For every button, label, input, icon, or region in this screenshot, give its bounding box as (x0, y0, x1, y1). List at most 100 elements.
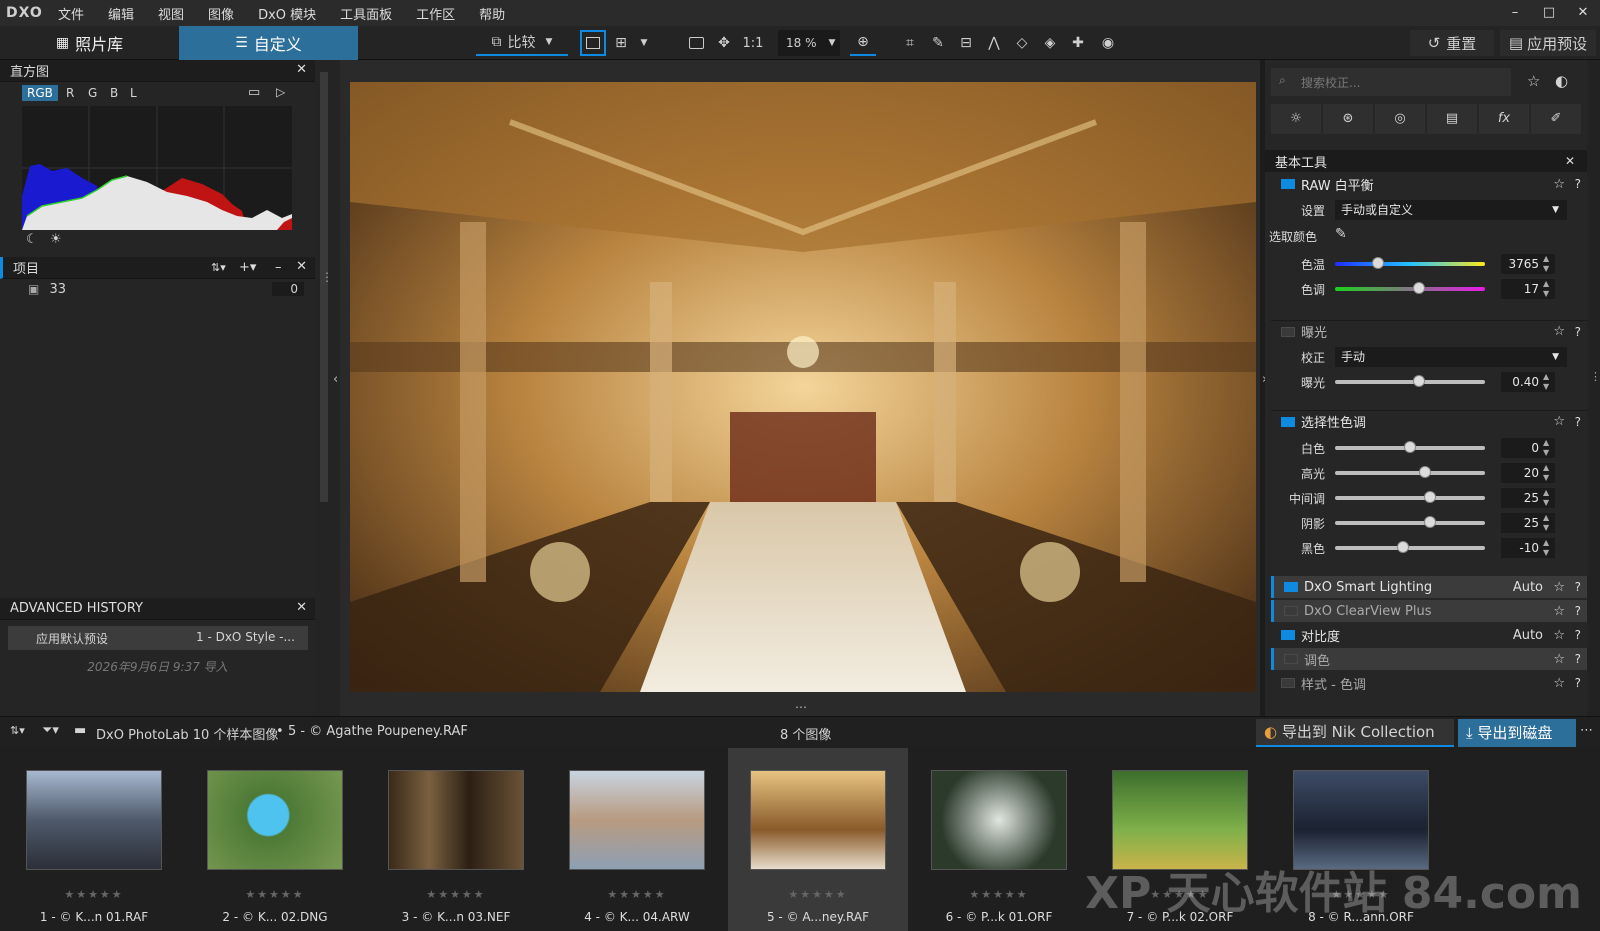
more-icon[interactable]: ⋯ (1580, 723, 1593, 738)
single-view-button[interactable] (580, 30, 606, 56)
eyedropper-icon[interactable]: ✎ (1335, 226, 1347, 242)
maximize-button[interactable]: □ (1532, 0, 1566, 26)
style-tone-toggle[interactable] (1281, 678, 1295, 688)
tab-customize[interactable]: ☰ 自定义 (179, 26, 358, 60)
help-icon[interactable]: ? (1575, 652, 1581, 666)
star-icon[interactable]: ☆ (1553, 676, 1565, 691)
tone-slider-4[interactable]: 黑色 -10 ▲ ▼ (1271, 536, 1587, 560)
tab-detail[interactable]: ◎ (1375, 104, 1425, 134)
tone-slider-2[interactable]: 中间调 25 ▲ ▼ (1271, 486, 1587, 510)
add-project-icon[interactable]: +▾ (239, 260, 256, 275)
eyedropper-tool-button[interactable]: ✎ (926, 30, 950, 56)
toning-toggle[interactable] (1284, 654, 1298, 664)
rating-stars[interactable]: ★★★★★ (4, 888, 184, 901)
left-panel-splitter[interactable]: ⋮ (315, 60, 340, 716)
thumbnail[interactable]: ★★★★★ 1 - © K...n 01.RAF (4, 748, 184, 931)
menu-file[interactable]: 文件 (46, 4, 96, 23)
split-view-button[interactable]: ⊞ (608, 30, 634, 56)
raw-wb-header[interactable]: RAW 白平衡 ☆ ? (1271, 173, 1587, 195)
temperature-knob[interactable] (1372, 257, 1384, 269)
toning-header[interactable]: 调色 ☆ ? (1271, 648, 1587, 670)
breadcrumb-root[interactable]: DxO PhotoLab 10 个样本图像 (96, 724, 278, 743)
tone-slider-track[interactable] (1335, 521, 1485, 525)
tab-photo-library[interactable]: ▦ 照片库 (0, 26, 179, 60)
menu-help[interactable]: 帮助 (467, 4, 517, 23)
thumbnail[interactable]: ★★★★★ 4 - © K... 04.ARW (547, 748, 727, 931)
gamut-icon[interactable]: ▷ (276, 85, 285, 99)
tone-slider-knob[interactable] (1423, 516, 1436, 528)
menu-tool-panels[interactable]: 工具面板 (328, 4, 404, 23)
exposure-slider[interactable]: 曝光 0.40 ▲ ▼ (1271, 370, 1587, 394)
smart-lighting-header[interactable]: DxO Smart Lighting Auto ☆ ? (1271, 576, 1587, 598)
rating-stars[interactable]: ★★★★★ (547, 888, 727, 901)
monitor-icon[interactable]: ▭ (248, 85, 260, 100)
zoom-in-button[interactable]: ⊕ (850, 30, 876, 56)
star-icon[interactable]: ☆ (1553, 414, 1565, 429)
tone-slider-3[interactable]: 阴影 25 ▲ ▼ (1271, 511, 1587, 535)
sun-icon[interactable]: ☀ (50, 232, 62, 247)
project-item[interactable]: ▣ 33 0 (28, 282, 308, 304)
sort-icon[interactable]: ⇅▾ (211, 261, 226, 274)
spinner-icon[interactable]: ▲ ▼ (1543, 372, 1549, 392)
preview-toggle-button[interactable]: ◉ (1096, 30, 1120, 56)
exposure-mode-dropdown[interactable]: 手动 ▼ (1335, 347, 1567, 367)
help-icon[interactable]: ? (1575, 415, 1581, 429)
channel-b[interactable]: B (110, 86, 118, 100)
tone-slider-knob[interactable] (1404, 441, 1416, 453)
menu-dxo-modules[interactable]: DxO 模块 (246, 4, 328, 23)
tone-slider-track[interactable] (1335, 496, 1485, 500)
tone-slider-knob[interactable] (1396, 541, 1409, 553)
right-scrollbar[interactable]: ⋮ (1587, 60, 1600, 716)
tab-local[interactable]: ✐ (1531, 104, 1581, 134)
drag-handle-icon[interactable]: ⋮ (321, 270, 333, 284)
tone-slider-0[interactable]: 白色 0 ▲ ▼ (1271, 436, 1587, 460)
spinner-icon[interactable]: ▲ ▼ (1543, 488, 1549, 508)
apply-preset-button[interactable]: ▤ 应用预设 (1500, 30, 1596, 56)
star-icon[interactable]: ☆ (1527, 72, 1540, 90)
tab-light[interactable]: ☼ (1271, 104, 1321, 134)
close-button[interactable]: ✕ (1566, 0, 1600, 26)
thumbnail-image[interactable] (931, 770, 1067, 870)
rating-stars[interactable]: ★★★★★ (728, 888, 908, 901)
help-icon[interactable]: ? (1575, 628, 1581, 642)
exposure-knob[interactable] (1413, 375, 1425, 387)
clearview-toggle[interactable] (1284, 606, 1298, 616)
help-icon[interactable]: ? (1575, 580, 1581, 594)
reset-button[interactable]: ↺ 重置 (1410, 30, 1494, 56)
channel-rgb[interactable]: RGB (22, 85, 58, 101)
zoom-select[interactable]: 18 % ▼ (778, 30, 840, 56)
exposure-track[interactable] (1335, 380, 1485, 384)
channel-g[interactable]: G (88, 86, 97, 100)
filter-icon[interactable]: ⏷▾ (42, 723, 59, 738)
help-icon[interactable]: ? (1575, 325, 1581, 339)
star-icon[interactable]: ☆ (1553, 604, 1565, 619)
close-icon[interactable]: ✕ (296, 62, 307, 77)
export-disk-button[interactable]: ⤓ 导出到磁盘 (1458, 719, 1576, 747)
thumbnail-image[interactable] (569, 770, 705, 870)
search-field[interactable]: ⌕ 搜索校正... (1271, 68, 1511, 96)
selective-tone-toggle[interactable] (1281, 416, 1295, 427)
rating-stars[interactable]: ★★★★★ (366, 888, 546, 901)
close-icon[interactable]: ✕ (296, 600, 307, 615)
tab-geometry[interactable]: ▤ (1427, 104, 1477, 134)
menu-image[interactable]: 图像 (196, 4, 246, 23)
tint-track[interactable] (1335, 287, 1485, 291)
thumbnail-image[interactable] (207, 770, 343, 870)
minimize-button[interactable]: – (1498, 0, 1532, 26)
channel-r[interactable]: R (66, 86, 74, 100)
smart-lighting-toggle[interactable] (1284, 582, 1298, 592)
thumbnail[interactable]: ★★★★★ 2 - © K... 02.DNG (185, 748, 365, 931)
scrollbar[interactable] (320, 72, 328, 502)
compare-button[interactable]: ⧉ 比较 ▼ (476, 30, 568, 56)
close-icon[interactable]: ✕ (1565, 154, 1575, 168)
thumbnail-image[interactable] (26, 770, 162, 870)
sort-icon[interactable]: ⇅▾ (10, 724, 25, 737)
exposure-header[interactable]: 曝光 ☆ ? (1271, 320, 1587, 342)
star-icon[interactable]: ☆ (1553, 628, 1565, 643)
spinner-icon[interactable]: ▲ ▼ (1543, 254, 1549, 274)
local-adjust-button[interactable]: ◇ (1010, 30, 1034, 56)
remove-project-icon[interactable]: – (275, 260, 282, 275)
temperature-slider[interactable]: 色温 3765 ▲ ▼ (1271, 252, 1587, 276)
star-icon[interactable]: ☆ (1553, 324, 1565, 339)
contrast-header[interactable]: 对比度 Auto ☆ ? (1271, 624, 1587, 646)
